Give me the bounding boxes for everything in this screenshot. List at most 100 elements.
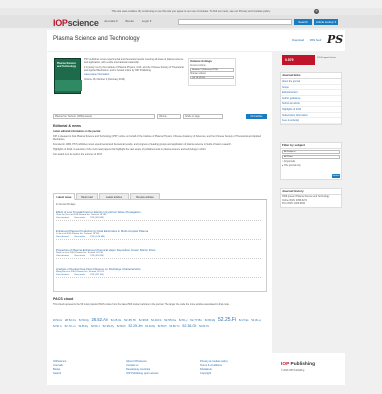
choose-volume-select[interactable]: Vol 18 (2016) <box>190 75 234 80</box>
view-article-link[interactable]: View article <box>74 274 85 276</box>
footer <box>47 353 345 385</box>
footer-link[interactable]: Copyright <box>200 372 228 376</box>
pacs-description: This cloud represents the 50 most popula… <box>53 303 230 306</box>
footer-col-2: About IOPscience Contact us Developing c… <box>126 360 158 376</box>
nav-login[interactable]: Login ▾ <box>142 19 152 23</box>
view-abstract-link[interactable]: View abstract <box>56 217 69 219</box>
radio-this-journal[interactable]: ● This journal only <box>281 164 341 168</box>
journal-select[interactable]: Plasma Sci. Technol. (2009-present) <box>53 114 155 119</box>
cover-title: Plasma Science and Technology <box>57 62 76 69</box>
tab-intro: In the last 30 days <box>56 203 76 206</box>
pacs-term[interactable]: 52.80.Hc <box>199 325 209 328</box>
editorial-body: Latest editorial information on the jour… <box>53 130 267 158</box>
pacs-term[interactable]: 52.35.Py <box>103 324 114 328</box>
pacs-term[interactable]: 52.80.Mg <box>205 319 215 322</box>
subject-select[interactable]: All Subjects <box>282 150 340 155</box>
page: This site uses cookies. By continuing to… <box>0 0 382 394</box>
journal-description: PST publishes novel experimental and the… <box>84 58 184 82</box>
pacs-term[interactable]: 52.27.Ep <box>239 319 249 322</box>
pacs-term[interactable]: 26.52.Av <box>91 317 107 322</box>
pacs-term[interactable]: 52.77.Bn <box>190 318 202 322</box>
editorial-p2: Founded in 1999, PST publishes novel exp… <box>53 143 232 146</box>
date-select[interactable]: All Dates <box>282 155 340 160</box>
pacs-term[interactable]: 52.80.Tn <box>169 325 179 328</box>
article-input[interactable]: Article or page <box>183 114 223 119</box>
close-icon[interactable]: ✕ <box>314 9 319 14</box>
download-link[interactable]: Download <box>292 39 304 42</box>
nav-journals[interactable]: Journals ▾ <box>104 19 118 23</box>
pacs-term[interactable]: 28.52.Cx <box>65 318 76 322</box>
article-item: Effect of Low Toroidal Field on Electron… <box>56 210 261 221</box>
pacs-term[interactable]: 52.80.Pi <box>117 325 126 328</box>
search-input[interactable] <box>178 19 292 25</box>
editorial-sub: Latest editorial information on the jour… <box>53 130 101 133</box>
rss-link[interactable]: RSS feed <box>310 39 322 42</box>
view-article-link[interactable]: View article <box>74 217 85 219</box>
view-abstract-link[interactable]: View abstract <box>56 236 69 238</box>
sidebar-link[interactable]: Fees & ordering <box>281 118 341 124</box>
iop-publishing-logo[interactable]: IOP Publishing <box>281 362 315 368</box>
tab-latest-issue[interactable]: Latest issue <box>53 193 75 200</box>
pacs-term[interactable]: 52.65.-y <box>179 319 188 322</box>
tab-panel: In the last 30 days Effect of Low Toroid… <box>53 200 267 292</box>
article-links: View abstract View article PDF (453 KB) <box>56 217 261 220</box>
pdf-link[interactable]: PDF (453 KB) <box>90 217 104 219</box>
pacs-term[interactable]: 52.30.-q <box>251 319 261 322</box>
pacs-term[interactable]: 52.25.Fi <box>218 317 236 323</box>
latest-issue-link[interactable]: Latest issue information <box>84 73 184 76</box>
pacs-term[interactable]: 28.52.Av <box>53 320 62 322</box>
tab-latest-articles[interactable]: Latest articles <box>99 193 129 200</box>
volume-input[interactable]: Volume <box>157 114 181 119</box>
cookie-bar: This site uses cookies. By continuing to… <box>0 8 382 15</box>
pacs-term[interactable]: 52.36.Gt <box>182 324 196 328</box>
article-item: Enhanced Plasma Production by Dual Elect… <box>56 229 261 240</box>
footer-link[interactable]: Search <box>53 372 66 376</box>
pacs-term[interactable]: 52.25.Os <box>111 319 122 322</box>
view-article-link[interactable]: View article <box>74 236 85 238</box>
tab-most-read[interactable]: Most read <box>76 193 98 200</box>
pacs-term[interactable]: 52.70.-m <box>65 324 76 328</box>
view-article-link[interactable]: View article <box>74 255 85 257</box>
pdf-link[interactable]: PDF (511 KB) <box>90 274 103 276</box>
filter-search-button[interactable]: Search <box>332 174 340 178</box>
pacs-term[interactable]: 52.40.Mj <box>145 325 155 328</box>
pacs-term[interactable]: 52.59.-f <box>91 325 100 328</box>
editorial-p1: IOP is pleased to host Plasma Science an… <box>53 135 261 141</box>
pdf-link[interactable]: PDF (624 KB) <box>90 255 104 257</box>
footer-col-1: IOPscience Journals Books Search <box>53 360 66 376</box>
pacs-term[interactable]: 52.55.Dy <box>79 325 89 328</box>
impact-factor-label: 2014 Impact Factor <box>317 57 336 59</box>
find-article-button[interactable]: Find article <box>246 114 267 119</box>
current-volume-select[interactable]: Number 2 (February 2016) <box>190 68 234 72</box>
cookie-text: This site uses cookies. By continuing to… <box>111 10 271 13</box>
journal-links-box: Journal links About the journal Scope Ed… <box>280 72 342 125</box>
view-abstract-link[interactable]: View abstract <box>56 255 69 257</box>
pacs-term[interactable]: 52.50.-b <box>53 325 62 328</box>
pacs-term[interactable]: 52.25.Jm <box>128 324 142 328</box>
article-lookup-button[interactable]: Article lookup ▾ <box>314 19 338 25</box>
pacs-term[interactable]: 52.35.Hr <box>124 318 136 322</box>
article-links: View abstract View article PDF (624 KB) <box>56 255 261 258</box>
pacs-term[interactable]: 52.50.Dg <box>79 319 89 322</box>
pacs-term[interactable]: 52.40.Fd <box>151 319 161 322</box>
volume-listings: Volume listings Current volume Number 2 … <box>188 58 236 86</box>
pdf-link[interactable]: PDF (1.08 MB) <box>90 236 105 238</box>
nav-books[interactable]: Books <box>126 19 134 23</box>
tab-review-articles[interactable]: Review articles <box>130 193 160 200</box>
pacs-term[interactable]: 52.55.Fa <box>164 318 176 322</box>
issue-line: Volume 18, Number 2 (February 2016) <box>84 77 125 81</box>
impact-factor-badge[interactable]: 0.579 <box>282 55 315 65</box>
pacs-cloud: 28.52.Av 28.52.Cx 52.50.Dg 26.52.Av 52.2… <box>53 317 267 329</box>
article-item: Properties of Plasma-Enhanced Chemical V… <box>56 248 261 259</box>
journal-actions: Download RSS feed <box>292 39 326 42</box>
journal-cover[interactable]: Plasma Science and Technology <box>54 58 82 94</box>
pacs-term[interactable]: 52.38.Mf <box>139 319 148 322</box>
iopscience-logo[interactable]: IOPscience <box>53 18 99 29</box>
pacs-term[interactable]: 52.55.Pi <box>158 325 167 328</box>
footer-link[interactable]: IOP Publishing open access <box>126 372 158 376</box>
view-abstract-link[interactable]: View abstract <box>56 274 69 276</box>
history-line: Print ISSN: 1009-0630 <box>282 203 305 206</box>
search-button[interactable]: Search <box>294 19 312 25</box>
editorial-heading: Editorial & news <box>53 124 81 128</box>
footer-col-3: Privacy & cookies policy Terms & conditi… <box>200 360 228 376</box>
